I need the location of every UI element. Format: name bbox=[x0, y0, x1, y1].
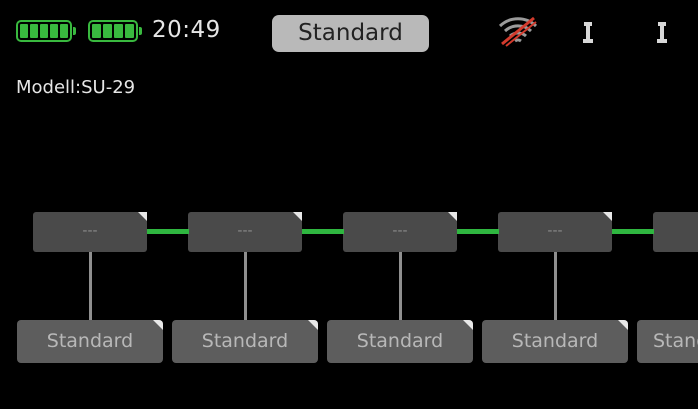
flow-top-box[interactable]: --- bbox=[343, 212, 457, 252]
flow-top-box[interactable]: --- bbox=[653, 212, 698, 252]
battery-icon bbox=[88, 20, 142, 42]
flow-top-box[interactable]: --- bbox=[188, 212, 302, 252]
flow-standard-label: Standard bbox=[511, 330, 599, 352]
wifi-signal-crossed-icon bbox=[498, 16, 538, 47]
flow-top-box-label: --- bbox=[653, 223, 698, 239]
clock-time: 20:49 bbox=[152, 17, 221, 43]
flow-top-box[interactable]: --- bbox=[498, 212, 612, 252]
flow-top-box[interactable]: --- bbox=[33, 212, 147, 252]
flow-standard-button[interactable]: Standard bbox=[637, 320, 698, 363]
flow-standard-button[interactable]: Standard bbox=[17, 320, 163, 363]
flow-standard-button[interactable]: Standard bbox=[172, 320, 318, 363]
antenna-icon bbox=[583, 22, 593, 43]
mode-button[interactable]: Standard bbox=[272, 15, 429, 52]
flow-top-box-label: --- bbox=[392, 223, 408, 239]
flow-top-box-label: --- bbox=[547, 223, 563, 239]
flow-standard-button[interactable]: Standard bbox=[327, 320, 473, 363]
flow-standard-label: Standard bbox=[201, 330, 289, 352]
flow-stem bbox=[244, 252, 247, 320]
model-name: Modell:SU-29 bbox=[16, 77, 136, 98]
flow-stem bbox=[399, 252, 402, 320]
antenna-icon bbox=[657, 22, 667, 43]
flow-link bbox=[302, 229, 344, 234]
flow-link bbox=[457, 229, 499, 234]
flow-stem bbox=[554, 252, 557, 320]
flow-standard-button[interactable]: Standard bbox=[482, 320, 628, 363]
flow-link bbox=[612, 229, 654, 234]
flow-standard-label: Standard bbox=[46, 330, 134, 352]
flow-top-box-label: --- bbox=[237, 223, 253, 239]
flow-standard-label: Standard bbox=[356, 330, 444, 352]
flow-stem bbox=[89, 252, 92, 320]
flow-link bbox=[147, 229, 189, 234]
flow-top-box-label: --- bbox=[82, 223, 98, 239]
battery-icon bbox=[16, 20, 76, 42]
transmitter-screen: 20:49 Standard Modell:SU-29 --- --- --- … bbox=[0, 0, 698, 409]
flow-standard-label: Standard bbox=[653, 330, 698, 352]
